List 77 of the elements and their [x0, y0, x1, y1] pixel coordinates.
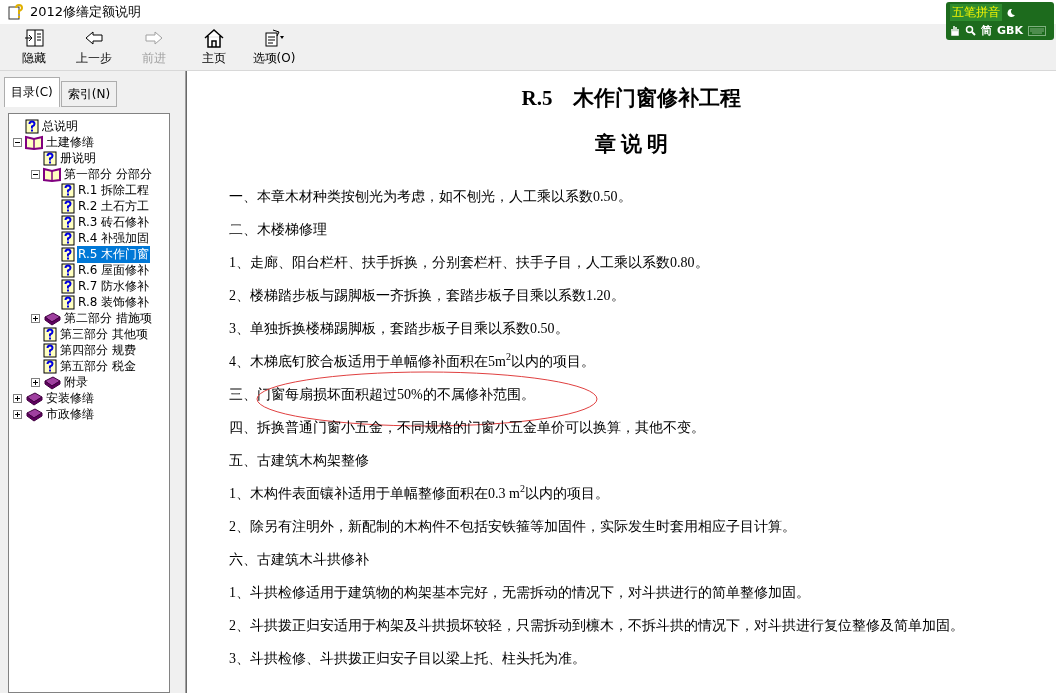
paragraph: 2、楼梯踏步板与踢脚板一齐拆换，套踏步板子目乘以系数1.20。	[229, 288, 625, 303]
help-page-icon	[61, 294, 75, 310]
ime-charset[interactable]: 简	[981, 23, 992, 38]
tree-item[interactable]: 总说明	[41, 117, 79, 135]
paragraph: 2、斗拱拨正归安适用于构架及斗拱损坏较轻，只需拆动到檩木，不拆斗拱的情况下，对斗拱进行复位整修及简单加固。	[229, 618, 964, 633]
tree-item[interactable]: 第二部分 措施项	[63, 309, 153, 327]
help-page-icon	[43, 326, 57, 342]
closed-book-icon	[25, 390, 43, 406]
paragraph: 2、除另有注明外，新配制的木构件不包括安铁箍等加固件，实际发生时套用相应子目计算。	[229, 519, 796, 534]
paragraph: 3、单独拆换楼梯踢脚板，套踏步板子目乘以系数0.50。	[229, 321, 569, 336]
expand-icon[interactable]	[13, 393, 22, 403]
toolbar-button[interactable]: 隐藏	[4, 25, 64, 69]
help-page-icon	[61, 198, 75, 214]
paragraph: 3、斗拱检修、斗拱拨正归安子目以梁上托、柱头托为准。	[229, 651, 586, 666]
tree-item[interactable]: R.1 拆除工程	[77, 181, 151, 199]
tree-item[interactable]: 市政修缮	[45, 405, 95, 423]
help-page-icon	[61, 230, 75, 246]
collapse-icon[interactable]	[13, 137, 22, 147]
keyboard-icon[interactable]	[1027, 25, 1046, 36]
closed-book-icon	[25, 406, 43, 422]
paragraph: 一、本章木材种类按刨光为考虑，如不刨光，人工乘以系数0.50。	[229, 189, 632, 204]
help-page-icon	[25, 118, 39, 134]
document-title: R.5 木作门窗修补工程	[520, 85, 743, 112]
help-page-icon	[61, 214, 75, 230]
closed-book-icon	[43, 310, 61, 326]
ime-mode[interactable]: 五笔拼音	[950, 4, 1002, 21]
tree-item[interactable]: R.6 屋面修补	[77, 261, 151, 279]
moon-icon	[1006, 7, 1016, 18]
paragraph: 六、古建筑木斗拱修补	[229, 552, 369, 567]
tree-item[interactable]: R.2 土石方工	[77, 197, 151, 215]
open-book-icon	[43, 166, 61, 182]
help-page-icon	[61, 262, 75, 278]
paragraph: 三、门窗每扇损坏面积超过50%的不属修补范围。	[229, 387, 535, 402]
tree-item[interactable]: 土建修缮	[45, 133, 95, 151]
tree-item[interactable]: R.7 防水修补	[77, 277, 151, 295]
help-page-icon	[43, 358, 57, 374]
document-subtitle: 章 说 明	[593, 131, 670, 158]
paragraph: 二、木楼梯修理	[229, 222, 327, 237]
tab[interactable]: 目录(C)	[4, 77, 60, 107]
panel-icon	[23, 27, 45, 48]
closed-book-icon	[43, 374, 61, 390]
paragraph: 1、斗拱检修适用于建筑物的构架基本完好，无需拆动的情况下，对斗拱进行的简单整修加固。	[229, 585, 810, 600]
tree-item[interactable]: 第三部分 其他项	[59, 325, 149, 343]
help-page-icon	[43, 342, 57, 358]
tree-item[interactable]: 安装修缮	[45, 389, 95, 407]
tree-item[interactable]: 附录	[63, 373, 89, 391]
tree-item[interactable]: R.8 装饰修补	[77, 293, 151, 311]
help-page-icon	[61, 246, 75, 262]
expand-icon[interactable]	[13, 409, 22, 419]
paragraph: 1、木构件表面镶补适用于单幅整修面积在0.3 m$^{2}$以内的项目。	[229, 486, 609, 501]
tree-item[interactable]: R.4 补强加固	[77, 229, 151, 247]
tree-item[interactable]: 第一部分 分部分	[63, 165, 153, 183]
home-icon	[203, 27, 225, 48]
tree-item[interactable]: 册说明	[59, 149, 97, 167]
collapse-icon[interactable]	[31, 169, 40, 179]
help-page-icon	[61, 278, 75, 294]
tree-item[interactable]: R.3 砖石修补	[77, 213, 151, 231]
toolbar-button[interactable]: 上一步	[64, 25, 124, 69]
search-icon[interactable]	[965, 25, 976, 36]
options-icon	[263, 27, 285, 48]
ime-encoding[interactable]: GBK	[997, 24, 1023, 37]
help-page-icon	[43, 150, 57, 166]
window-title: 2012修缮定额说明	[30, 3, 142, 21]
open-book-icon	[25, 134, 43, 150]
help-page-icon	[61, 182, 75, 198]
tab[interactable]: 索引(N)	[60, 81, 118, 107]
paragraph: 4、木梯底钉胶合板适用于单幅修补面积在5m$^{2}$以内的项目。	[229, 354, 595, 369]
paragraph: 1、走廊、阳台栏杆、扶手拆换，分别套栏杆、扶手子目，人工乘以系数0.80。	[229, 255, 709, 270]
toolbar-button[interactable]: 主页	[184, 25, 244, 69]
tree-item[interactable]: 第四部分 规费	[59, 341, 137, 359]
expand-icon[interactable]	[31, 313, 40, 323]
help-file-icon	[8, 4, 24, 20]
toolbar-button[interactable]: 选项(O)	[244, 25, 304, 69]
expand-icon[interactable]	[31, 377, 40, 387]
paragraph: 五、古建筑木构架整修	[229, 453, 369, 468]
tree-item[interactable]: 第五部分 税金	[59, 357, 137, 375]
tree-item[interactable]: R.5 木作门窗	[77, 245, 151, 263]
